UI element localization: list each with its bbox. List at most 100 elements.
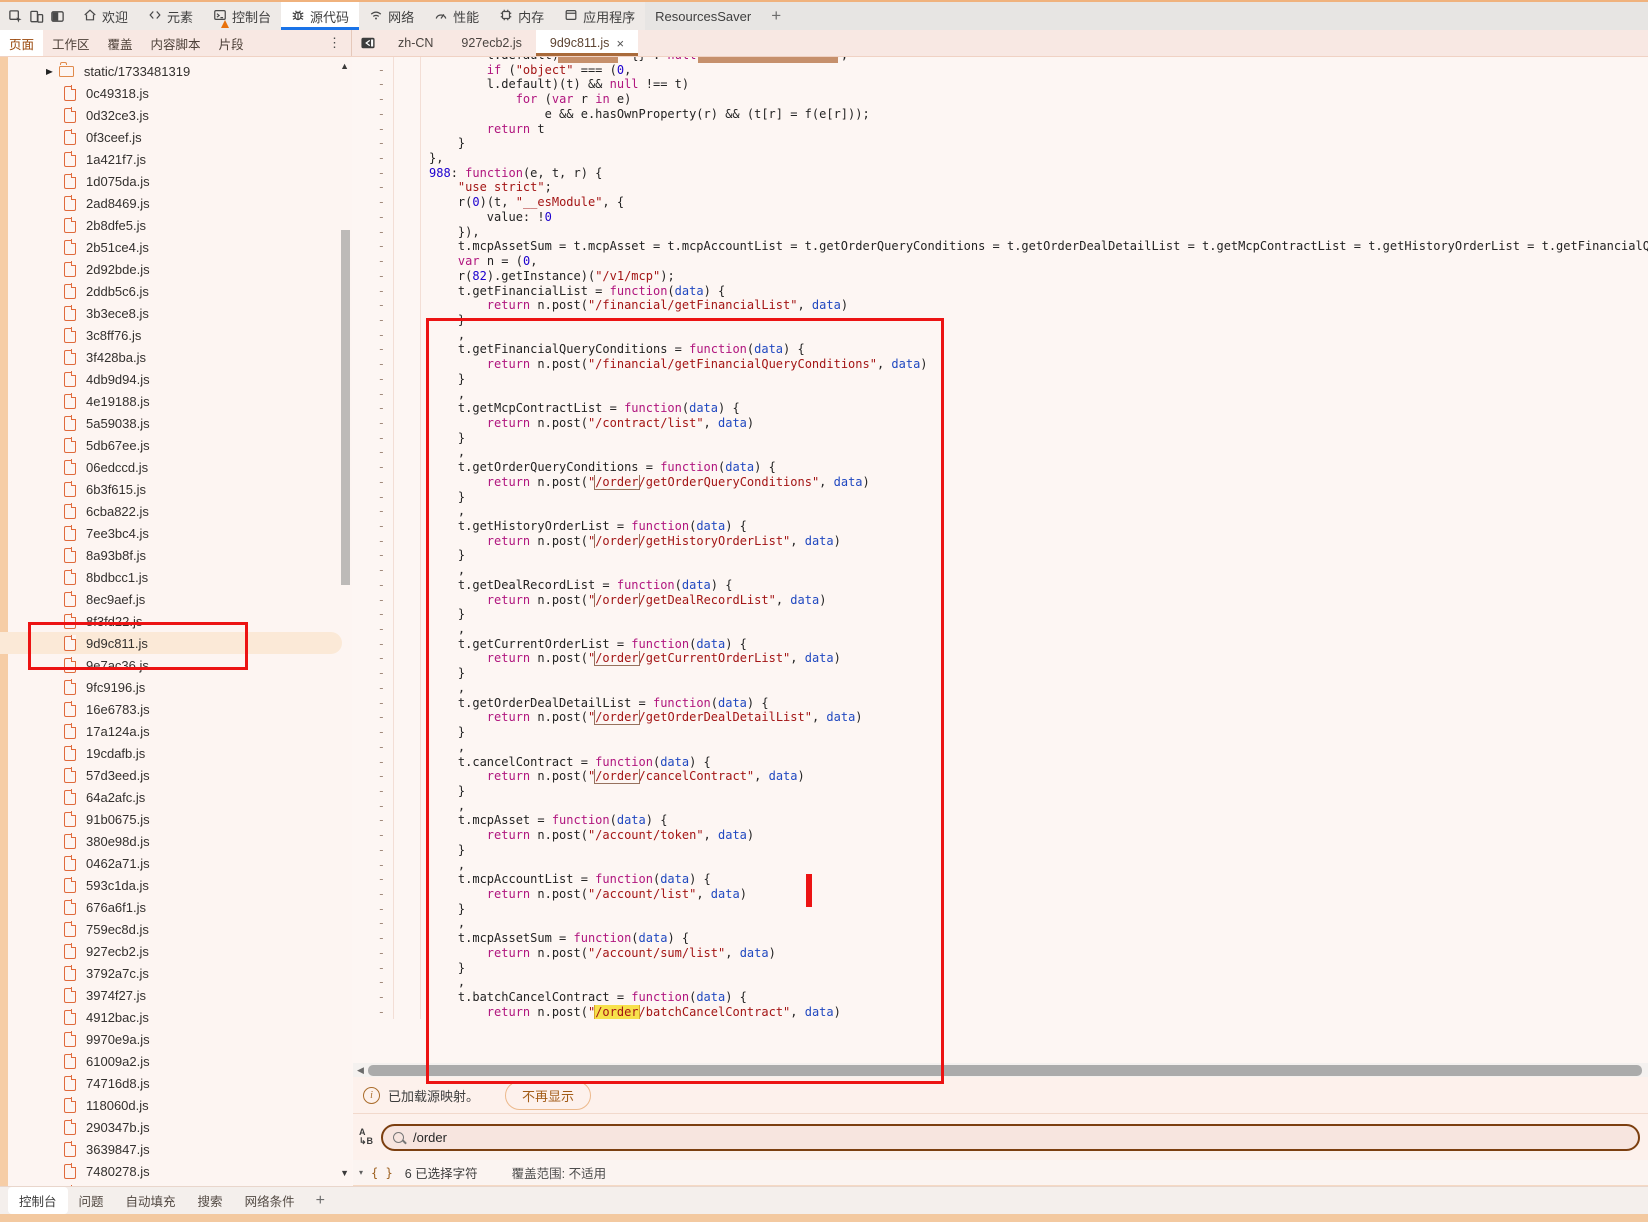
- line-gutter[interactable]: -: [353, 387, 393, 402]
- line-gutter[interactable]: -: [353, 990, 393, 1005]
- code-line[interactable]: - ,: [353, 445, 1648, 460]
- file-tab-9d9c811[interactable]: 9d9c811.js ×: [536, 30, 638, 56]
- line-gutter[interactable]: -: [353, 269, 393, 284]
- code-line[interactable]: - return t: [353, 122, 1648, 137]
- file-item-2ad8469.js[interactable]: 2ad8469.js: [0, 192, 352, 214]
- file-item-17a124a.js[interactable]: 17a124a.js: [0, 720, 352, 742]
- file-item-593c1da.js[interactable]: 593c1da.js: [0, 874, 352, 896]
- line-gutter[interactable]: -: [353, 651, 393, 666]
- drawer-tab-autofill[interactable]: 自动填充: [115, 1187, 187, 1214]
- file-item-6b3f615.js[interactable]: 6b3f615.js: [0, 478, 352, 500]
- line-gutter[interactable]: -: [353, 195, 393, 210]
- code-line[interactable]: - return n.post("/financial/getFinancial…: [353, 357, 1648, 372]
- line-gutter[interactable]: -: [353, 239, 393, 254]
- line-gutter[interactable]: -: [353, 858, 393, 873]
- line-gutter[interactable]: -: [353, 799, 393, 814]
- code-line[interactable]: - }: [353, 607, 1648, 622]
- line-gutter[interactable]: -: [353, 740, 393, 755]
- line-gutter[interactable]: -: [353, 107, 393, 122]
- code-line[interactable]: - var n = (0,: [353, 254, 1648, 269]
- code-line[interactable]: - t.batchCancelContract = function(data)…: [353, 990, 1648, 1005]
- line-gutter[interactable]: -: [353, 666, 393, 681]
- line-gutter[interactable]: -: [353, 681, 393, 696]
- file-item-2d92bde.js[interactable]: 2d92bde.js: [0, 258, 352, 280]
- code-line[interactable]: -988: function(e, t, r) {: [353, 166, 1648, 181]
- file-item-1d075da.js[interactable]: 1d075da.js: [0, 170, 352, 192]
- code-line[interactable]: - }: [353, 784, 1648, 799]
- file-item-3974f27.js[interactable]: 3974f27.js: [0, 984, 352, 1006]
- tab-workspace[interactable]: 工作区: [43, 30, 99, 56]
- code-line[interactable]: - t.mcpAccountList = function(data) {: [353, 872, 1648, 887]
- sidebar-scrollbar[interactable]: [341, 230, 350, 585]
- file-item-290347b.js[interactable]: 290347b.js: [0, 1116, 352, 1138]
- file-item-3b3ece8.js[interactable]: 3b3ece8.js: [0, 302, 352, 324]
- line-gutter[interactable]: -: [353, 548, 393, 563]
- expand-arrow-icon[interactable]: ▶: [46, 66, 53, 76]
- code-line[interactable]: - }: [353, 666, 1648, 681]
- line-gutter[interactable]: -: [353, 77, 393, 92]
- tab-memory[interactable]: 内存: [489, 2, 554, 30]
- drawer-tab-issues[interactable]: 问题: [68, 1187, 115, 1214]
- tab-welcome[interactable]: 欢迎: [73, 2, 138, 30]
- line-gutter[interactable]: -: [353, 151, 393, 166]
- line-gutter[interactable]: -: [353, 637, 393, 652]
- drawer-tab-search[interactable]: 搜索: [187, 1187, 234, 1214]
- tab-performance[interactable]: 性能: [424, 2, 489, 30]
- file-item-64a2afc.js[interactable]: 64a2afc.js: [0, 786, 352, 808]
- dont-show-again-button[interactable]: 不再显示: [505, 1081, 591, 1110]
- code-line[interactable]: - }: [353, 490, 1648, 505]
- code-line[interactable]: - "use strict";: [353, 180, 1648, 195]
- line-gutter[interactable]: -: [353, 475, 393, 490]
- code-line[interactable]: - t.getMcpContractList = function(data) …: [353, 401, 1648, 416]
- line-gutter[interactable]: -: [353, 916, 393, 931]
- line-gutter[interactable]: -: [353, 607, 393, 622]
- line-gutter[interactable]: -: [353, 416, 393, 431]
- code-line[interactable]: - ,: [353, 916, 1648, 931]
- file-item-8f3fd22.js[interactable]: 8f3fd22.js: [0, 610, 352, 632]
- code-line[interactable]: - r(82).getInstance)("/v1/mcp");: [353, 269, 1648, 284]
- file-item-4db9d94.js[interactable]: 4db9d94.js: [0, 368, 352, 390]
- tab-resources-saver[interactable]: ResourcesSaver: [645, 2, 761, 30]
- code-viewport[interactable]: - l.default)(e) ? t = {} : null === e ? …: [353, 57, 1648, 1063]
- file-item-7480278.js[interactable]: 7480278.js: [0, 1160, 352, 1182]
- file-item-6cba822.js[interactable]: 6cba822.js: [0, 500, 352, 522]
- line-gutter[interactable]: -: [353, 460, 393, 475]
- file-item-74716d8.js[interactable]: 74716d8.js: [0, 1072, 352, 1094]
- add-drawer-tab-button[interactable]: +: [316, 1192, 325, 1210]
- file-item-19cdafb.js[interactable]: 19cdafb.js: [0, 742, 352, 764]
- line-gutter[interactable]: -: [353, 122, 393, 137]
- code-line[interactable]: - return n.post("/order/getDealRecordLis…: [353, 593, 1648, 608]
- code-line[interactable]: - }: [353, 843, 1648, 858]
- line-gutter[interactable]: -: [353, 931, 393, 946]
- line-gutter[interactable]: -: [353, 710, 393, 725]
- tab-application[interactable]: 应用程序: [554, 2, 645, 30]
- scroll-up-icon[interactable]: ▲: [340, 61, 349, 71]
- code-line[interactable]: - }),: [353, 225, 1648, 240]
- line-gutter[interactable]: -: [353, 843, 393, 858]
- code-line[interactable]: - t.cancelContract = function(data) {: [353, 755, 1648, 770]
- line-gutter[interactable]: -: [353, 342, 393, 357]
- code-line[interactable]: - return n.post("/order/getCurrentOrderL…: [353, 651, 1648, 666]
- code-line[interactable]: - t.getHistoryOrderList = function(data)…: [353, 519, 1648, 534]
- line-gutter[interactable]: -: [353, 210, 393, 225]
- code-line[interactable]: - t.getOrderDealDetailList = function(da…: [353, 696, 1648, 711]
- line-gutter[interactable]: -: [353, 504, 393, 519]
- file-item-0d32ce3.js[interactable]: 0d32ce3.js: [0, 104, 352, 126]
- code-line[interactable]: - return n.post("/order/cancelContract",…: [353, 769, 1648, 784]
- file-item-57d3eed.js[interactable]: 57d3eed.js: [0, 764, 352, 786]
- file-item-91b0675.js[interactable]: 91b0675.js: [0, 808, 352, 830]
- line-gutter[interactable]: -: [353, 357, 393, 372]
- code-line[interactable]: - return n.post("/order/batchCancelContr…: [353, 1005, 1648, 1020]
- line-gutter[interactable]: -: [353, 622, 393, 637]
- code-line[interactable]: - return n.post("/order/getOrderQueryCon…: [353, 475, 1648, 490]
- horizontal-scrollbar[interactable]: ◀: [353, 1063, 1648, 1077]
- line-gutter[interactable]: -: [353, 813, 393, 828]
- file-item-2b8dfe5.js[interactable]: 2b8dfe5.js: [0, 214, 352, 236]
- file-item-9fc9196.js[interactable]: 9fc9196.js: [0, 676, 352, 698]
- code-line[interactable]: - ,: [353, 387, 1648, 402]
- line-gutter[interactable]: -: [353, 755, 393, 770]
- scrollbar-thumb[interactable]: [368, 1065, 1642, 1076]
- file-item-61009a2.js[interactable]: 61009a2.js: [0, 1050, 352, 1072]
- code-line[interactable]: - t.getCurrentOrderList = function(data)…: [353, 637, 1648, 652]
- file-item-2ddb5c6.js[interactable]: 2ddb5c6.js: [0, 280, 352, 302]
